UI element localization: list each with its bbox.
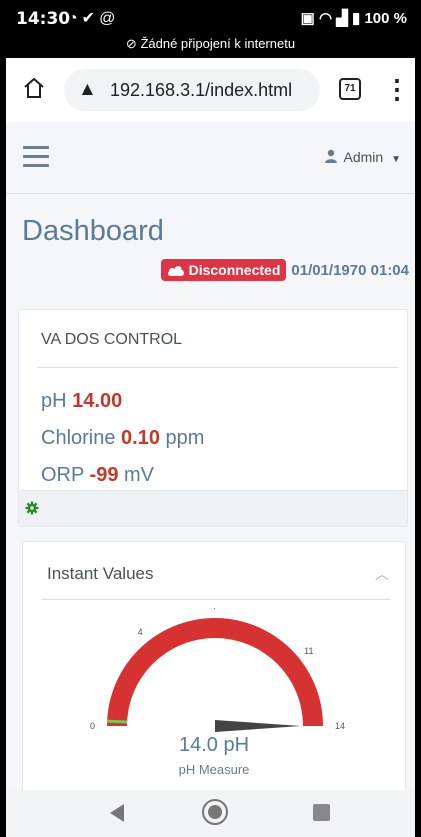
caret-down-icon[interactable]: ▼: [391, 154, 401, 165]
gauge-tick-label: 0: [90, 721, 95, 731]
divider: [37, 367, 399, 368]
connection-badge: Disconnected: [160, 259, 287, 281]
gauge-tick-label: 4: [138, 627, 143, 637]
browser-toolbar: ▲ 192.168.3.1/index.html 71 ⋮: [6, 58, 415, 122]
orp-unit: mV: [124, 464, 155, 486]
gauge-low-marker: [107, 719, 128, 724]
sync-icon: ✔: [81, 10, 100, 27]
connection-status: Disconnected: [188, 262, 281, 278]
ph-gauge: 0 4 7 11 14: [90, 608, 345, 732]
warning-icon[interactable]: ▲: [78, 79, 97, 101]
url-text[interactable]: 192.168.3.1/index.html: [110, 80, 292, 101]
instant-values-title: Instant Values: [47, 564, 154, 583]
more-menu-icon[interactable]: ⋮: [384, 72, 410, 106]
user-icon: [325, 149, 338, 163]
device-datetime: 01/01/1970 01:04: [291, 261, 409, 279]
offline-cloud-icon: ⊘: [125, 36, 137, 51]
ph-label: pH: [41, 390, 67, 412]
orp-label: ORP: [41, 464, 84, 486]
home-circle-icon[interactable]: [202, 799, 228, 825]
content-area: Dashboard Disconnected 01/01/1970 01:04 …: [6, 195, 415, 790]
cloud-icon: [167, 266, 184, 276]
device-card-title: VA DOS CONTROL: [41, 331, 183, 348]
connection-status-row: Disconnected 01/01/1970 01:04: [160, 258, 409, 282]
app-navbar: Admin ▼: [6, 122, 415, 194]
tab-switcher-button[interactable]: 71: [339, 78, 361, 100]
battery-icon: ▮: [352, 10, 361, 27]
status-bar: 14:30 ◔✔@ ▣ ◠ ▟ ▮ 100 % ⊘ Žádné připojen…: [6, 0, 415, 58]
wifi-icon: ◠: [319, 10, 333, 27]
orp-measurement: ORP -99 mV: [41, 464, 154, 487]
back-icon[interactable]: [110, 804, 124, 822]
status-right: ▣ ◠ ▟ ▮ 100 %: [301, 9, 407, 27]
instant-values-card: Instant Values ︿ 0 4 7 11 14 14.0 pH pH Meas…: [22, 541, 406, 790]
chlorine-label: Chlorine: [41, 427, 116, 449]
gauge-tick-label: 11: [304, 646, 313, 656]
device-card-footer: [19, 490, 407, 526]
offline-text: Žádné připojení k internetu: [140, 36, 296, 51]
chlorine-measurement: Chlorine 0.10 ppm: [41, 427, 204, 450]
phone-screen: 14:30 ◔✔@ ▣ ◠ ▟ ▮ 100 % ⊘ Žádné připojen…: [6, 0, 415, 837]
gauge-label: pH Measure: [178, 762, 250, 777]
at-icon: @: [99, 10, 120, 27]
address-bar[interactable]: ▲ 192.168.3.1/index.html: [64, 69, 320, 111]
signal-icon: ▟: [336, 10, 348, 27]
orp-value: -99: [89, 464, 119, 486]
notification-icons: ◔✔@: [68, 8, 119, 28]
status-time: 14:30: [16, 9, 71, 29]
gauge-tick-label: 7: [212, 608, 217, 611]
user-label[interactable]: Admin: [344, 149, 384, 165]
hamburger-menu-icon[interactable]: [23, 146, 49, 168]
cast-icon: ▣: [300, 10, 315, 27]
device-card: VA DOS CONTROL pH 14.00 Chlorine 0.10 pp…: [18, 309, 408, 527]
page-title: Dashboard: [22, 215, 164, 247]
chlorine-unit: ppm: [165, 427, 205, 449]
battery-level: 100 %: [364, 10, 407, 27]
offline-banner: ⊘ Žádné připojení k internetu: [6, 36, 415, 52]
wifi-question-icon: ◔: [68, 10, 82, 27]
recents-icon[interactable]: [313, 804, 330, 821]
ph-value: 14.00: [72, 390, 123, 412]
ph-measurement: pH 14.00: [41, 390, 122, 413]
system-nav-bar: [6, 790, 415, 837]
gear-icon[interactable]: [25, 501, 39, 515]
chevron-up-icon[interactable]: ︿: [375, 564, 389, 584]
home-icon[interactable]: [20, 76, 48, 104]
gauge-needle: [215, 720, 301, 732]
divider: [41, 599, 391, 600]
user-dropdown[interactable]: Admin ▼: [324, 148, 401, 165]
gauge-tick-label: 14: [335, 721, 345, 731]
gauge-value: 14.0 pH: [178, 734, 250, 756]
chlorine-value: 0.10: [121, 427, 160, 449]
